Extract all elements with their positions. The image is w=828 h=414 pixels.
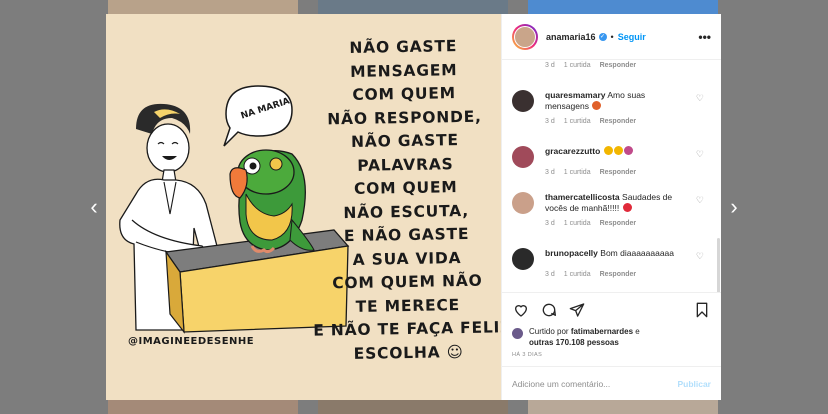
feed-thumbnail[interactable] (318, 400, 508, 414)
reply-button[interactable]: Responder (600, 220, 637, 227)
emoji-icon (613, 146, 623, 155)
quote-line: MENSAGEM (349, 60, 458, 81)
emoji-icon (622, 203, 632, 212)
comment-time: 3 d (545, 62, 555, 69)
quote-line: NÃO GASTE (349, 37, 458, 57)
comment-time: 3 d (545, 118, 555, 125)
likes-others[interactable]: outras 170.108 pessoas (529, 338, 619, 347)
commenter-username[interactable]: quaresmamary (545, 90, 605, 100)
comment-input[interactable] (512, 378, 678, 389)
comment-body: quaresmamary Amo suas mensagens (545, 90, 708, 112)
like-comment-heart-icon[interactable]: ♡ (696, 149, 704, 160)
emoji-icon (623, 146, 633, 155)
comment-item: thamercatellicosta Saudades de vocês de … (512, 192, 708, 227)
like-comment-heart-icon[interactable]: ♡ (696, 93, 704, 104)
emoji-icon (603, 146, 613, 155)
liker-username[interactable]: fatimabernardes (571, 327, 633, 336)
post-header: anamaria16 ✓ • Seguir ••• (502, 14, 721, 60)
comment-meta: 3 d 1 curtida Responder (545, 118, 708, 125)
feed-thumbnail[interactable] (108, 400, 298, 414)
comment-item: quaresmamary Amo suas mensagens 3 d 1 cu… (512, 90, 708, 125)
commenter-avatar[interactable] (512, 248, 534, 270)
liker-avatar[interactable] (512, 328, 523, 339)
follow-button[interactable]: Seguir (618, 32, 646, 42)
comment-meta: 3 d 1 curtida Responder (545, 169, 708, 176)
author-username[interactable]: anamaria16 (546, 32, 596, 42)
feed-thumbnail[interactable] (528, 0, 718, 14)
quote-line: E NÃO TE FAÇA FELIZ (313, 318, 501, 340)
comment-body: brunopacelly Bom diaaaaaaaaaa (545, 248, 708, 259)
comment-likes[interactable]: 1 curtida (564, 220, 591, 227)
comment-likes[interactable]: 1 curtida (564, 271, 591, 278)
reply-button[interactable]: Responder (600, 118, 637, 125)
comment-meta: 3 d 1 curtida Responder (545, 62, 708, 69)
quote-text: NÃO GASTE MENSAGEM COM QUEM NÃO RESPONDE… (308, 34, 501, 366)
comment-likes[interactable]: 1 curtida (564, 118, 591, 125)
commenter-username[interactable]: thamercatellicosta (545, 192, 620, 202)
reply-button[interactable]: Responder (600, 271, 637, 278)
quote-line: NÃO RESPONDE, (327, 107, 482, 128)
feed-thumbnail[interactable] (108, 0, 298, 14)
comments-list[interactable]: 3 d 1 curtida Responder quaresmamary Amo… (502, 60, 721, 292)
reply-button[interactable]: Responder (600, 169, 637, 176)
quote-line: NÃO GASTE (350, 131, 460, 151)
comment-item: brunopacelly Bom diaaaaaaaaaa 3 d 1 curt… (512, 248, 708, 278)
artist-credit: @IMAGINEEDESENHE (128, 336, 255, 347)
quote-line: A SUA VIDA (352, 248, 462, 269)
verified-badge-icon: ✓ (598, 32, 607, 41)
quote-line: TE MERECE (355, 295, 461, 316)
post-time: HÁ 3 DIAS (512, 352, 543, 358)
comment-body: thamercatellicosta Saudades de vocês de … (545, 192, 708, 214)
quote-line: COM QUEM (353, 178, 458, 198)
comment-item: gracarezzutto 3 d 1 curtida Responder ♡ (512, 146, 708, 176)
comment-item: 3 d 1 curtida Responder (512, 60, 708, 69)
like-comment-heart-icon[interactable]: ♡ (696, 251, 704, 262)
comments-scrollbar[interactable] (717, 238, 720, 292)
comment-body: gracarezzutto (545, 146, 708, 157)
emoji-icon (592, 101, 602, 110)
likes-summary: Curtido por fatimabernardes e outras 170… (502, 326, 721, 348)
comment-meta: 3 d 1 curtida Responder (545, 220, 708, 227)
comment-likes[interactable]: 1 curtida (564, 169, 591, 176)
quote-line: E NÃO GASTE (343, 224, 470, 246)
share-icon[interactable] (568, 301, 586, 319)
comment-likes[interactable]: 1 curtida (564, 62, 591, 69)
like-comment-heart-icon[interactable]: ♡ (696, 195, 704, 206)
commenter-username[interactable]: brunopacelly (545, 248, 598, 258)
likes-text: Curtido por fatimabernardes e outras 170… (529, 326, 640, 348)
commenter-username[interactable]: gracarezzutto (545, 146, 600, 156)
comment-time: 3 d (545, 271, 555, 278)
separator: • (610, 31, 614, 42)
quote-line: ESCOLHA ☺ (353, 342, 464, 363)
comment-text: Bom diaaaaaaaaaa (600, 248, 675, 258)
quote-line: PALAVRAS (357, 154, 454, 175)
reply-button[interactable]: Responder (600, 62, 637, 69)
add-comment-bar: Publicar (502, 366, 721, 400)
author-avatar[interactable] (512, 23, 538, 50)
post-image: NA MARIA NÃO GASTE MENSAGEM COM QUEM NÃO… (106, 14, 501, 400)
likes-middle: e (635, 327, 640, 336)
feed-thumbnail[interactable] (528, 400, 718, 414)
commenter-avatar[interactable] (512, 90, 534, 112)
commenter-avatar[interactable] (512, 146, 534, 168)
more-options-icon[interactable]: ••• (698, 30, 711, 44)
bookmark-icon[interactable] (693, 301, 711, 319)
quote-line: NÃO ESCUTA, (343, 201, 470, 222)
quote-line: COM QUEM NÃO (332, 271, 483, 293)
quote-line: COM QUEM (352, 84, 457, 104)
comment-icon[interactable] (540, 301, 558, 319)
comment-meta: 3 d 1 curtida Responder (545, 271, 708, 278)
commenter-avatar[interactable] (512, 192, 534, 214)
post-modal: NA MARIA NÃO GASTE MENSAGEM COM QUEM NÃO… (106, 14, 721, 400)
heart-icon[interactable] (512, 301, 530, 319)
feed-thumbnail[interactable] (318, 0, 508, 14)
comment-time: 3 d (545, 220, 555, 227)
post-sidebar: anamaria16 ✓ • Seguir ••• 3 d 1 curtida … (501, 14, 721, 400)
comment-time: 3 d (545, 169, 555, 176)
next-post-arrow[interactable]: › (724, 196, 744, 218)
likes-prefix: Curtido por (529, 327, 569, 336)
post-actions (502, 292, 721, 326)
publish-button[interactable]: Publicar (677, 379, 711, 389)
previous-post-arrow[interactable]: ‹ (84, 196, 104, 218)
